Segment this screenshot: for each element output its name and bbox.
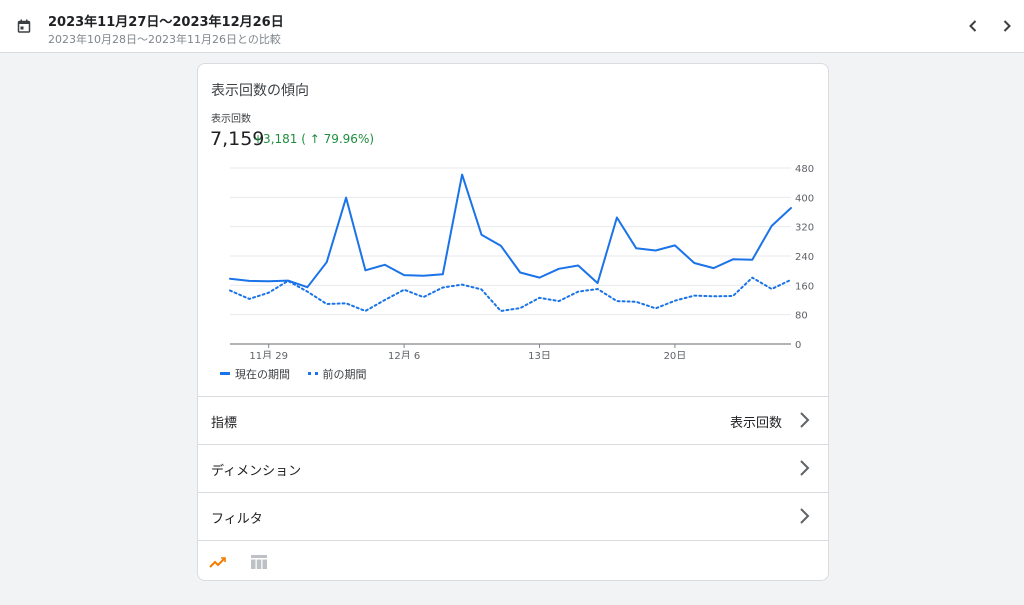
chevron-right-icon[interactable] <box>996 15 1018 37</box>
calendar-icon[interactable] <box>17 19 31 33</box>
y-tick-label: 480 <box>795 164 814 175</box>
view-toggle-bar <box>198 540 828 580</box>
metric-label: 表示回数 <box>211 114 251 125</box>
legend-current-period[interactable]: 現在の期間 <box>220 366 290 382</box>
previous-period-line <box>229 276 792 312</box>
metric-change: +3,181 ( ↑ 79.96%) <box>253 132 375 146</box>
impressions-trend-card: 表示回数の傾向 表示回数 7,159 +3,181 ( ↑ 79.96%) 08… <box>197 63 829 581</box>
metric-row-label: 指標 <box>211 416 238 431</box>
chevron-right-icon <box>800 412 810 428</box>
chart-legend: 現在の期間 前の期間 <box>220 365 381 382</box>
line-chart-icon[interactable] <box>209 554 227 570</box>
y-tick-label: 80 <box>795 311 808 322</box>
y-tick-label: 160 <box>795 281 814 292</box>
y-tick-label: 240 <box>795 252 814 263</box>
x-tick-label: 20日 <box>664 351 687 359</box>
table-icon[interactable] <box>250 554 268 570</box>
date-range-bar: 2023年11月27日〜2023年12月26日 2023年10月28日〜2023… <box>0 0 1024 53</box>
legend-previous-period[interactable]: 前の期間 <box>307 366 367 382</box>
y-tick-label: 0 <box>795 340 801 351</box>
legend-current-label: 現在の期間 <box>235 367 290 381</box>
dimension-row-label: ディメンション <box>211 464 302 479</box>
comparison-range: 2023年10月28日〜2023年11月26日との比較 <box>48 33 281 46</box>
impressions-line-chart: 0 80 160 240 320 400 480 11月 29 12月 6 13日 20日 <box>229 164 814 359</box>
card-title: 表示回数の傾向 <box>211 83 309 99</box>
current-period-line <box>229 173 792 289</box>
chevron-right-icon <box>800 508 810 524</box>
y-tick-label: 320 <box>795 223 814 234</box>
dimension-selector-row[interactable]: ディメンション <box>198 444 828 492</box>
y-tick-label: 400 <box>795 193 814 204</box>
x-tick-label: 11月 29 <box>249 350 288 359</box>
date-range-title[interactable]: 2023年11月27日〜2023年12月26日 <box>48 11 284 30</box>
filter-selector-row[interactable]: フィルタ <box>198 492 828 540</box>
legend-previous-label: 前の期間 <box>322 367 367 381</box>
chevron-left-icon[interactable] <box>962 15 984 37</box>
filter-row-label: フィルタ <box>211 512 263 527</box>
metric-row-value: 表示回数 <box>729 416 782 431</box>
dotted-line-swatch <box>307 372 318 375</box>
chevron-right-icon <box>800 460 810 476</box>
metric-selector-row[interactable]: 指標 表示回数 <box>198 396 828 444</box>
solid-line-swatch <box>220 372 230 375</box>
x-tick-label: 12月 6 <box>388 350 420 359</box>
x-tick-label: 13日 <box>528 351 551 359</box>
